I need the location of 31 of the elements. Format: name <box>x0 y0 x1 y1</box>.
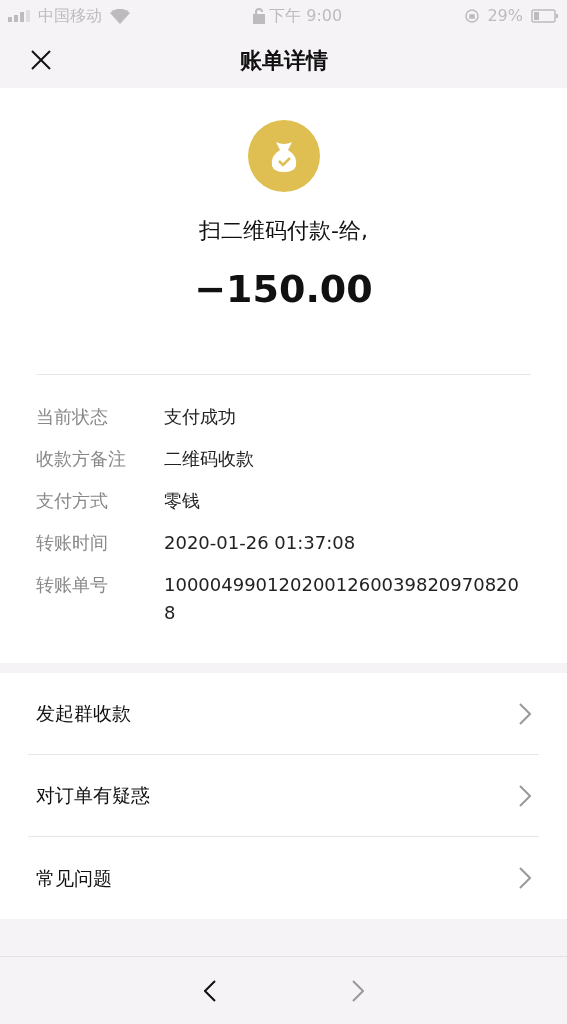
menu-item[interactable]: 发起群收款 <box>28 673 539 755</box>
detail-value: 2020-01-26 01:37:08 <box>164 531 357 555</box>
chevron-right-icon <box>351 979 364 1002</box>
merchant-name: 扫二维码付款-给, <box>199 217 368 245</box>
detail-value: 零钱 <box>164 489 201 513</box>
battery-icon <box>531 9 559 23</box>
detail-label: 转账时间 <box>36 531 109 555</box>
payment-amount: −150.00 <box>194 266 373 313</box>
menu-item[interactable]: 对订单有疑惑 <box>28 755 539 837</box>
menu-item[interactable]: 常见问题 <box>28 837 539 919</box>
detail-label: 转账单号 <box>36 573 109 597</box>
detail-value: 10000499012020012600398209708208 <box>164 573 521 625</box>
detail-label: 当前状态 <box>36 405 109 429</box>
chevron-right-icon <box>519 702 531 725</box>
detail-label: 支付方式 <box>36 489 109 513</box>
page-title: 账单详情 <box>239 46 328 75</box>
chevron-right-icon <box>519 867 531 889</box>
detail-label: 收款方备注 <box>36 447 127 471</box>
carrier-name: 中国移动 <box>38 5 102 27</box>
detail-value: 二维码收款 <box>164 447 255 471</box>
battery-percent: 29% <box>487 5 523 27</box>
detail-value: 支付成功 <box>164 405 237 429</box>
chevron-left-icon <box>203 979 216 1002</box>
close-icon <box>30 49 52 71</box>
lock-icon <box>253 8 266 24</box>
chevron-right-icon <box>519 784 531 807</box>
wifi-icon <box>110 8 130 24</box>
signal-icon <box>8 10 30 22</box>
money-bag-icon <box>247 120 320 192</box>
rotation-lock-icon <box>465 9 480 23</box>
status-time: 下午 9:00 <box>269 5 343 27</box>
